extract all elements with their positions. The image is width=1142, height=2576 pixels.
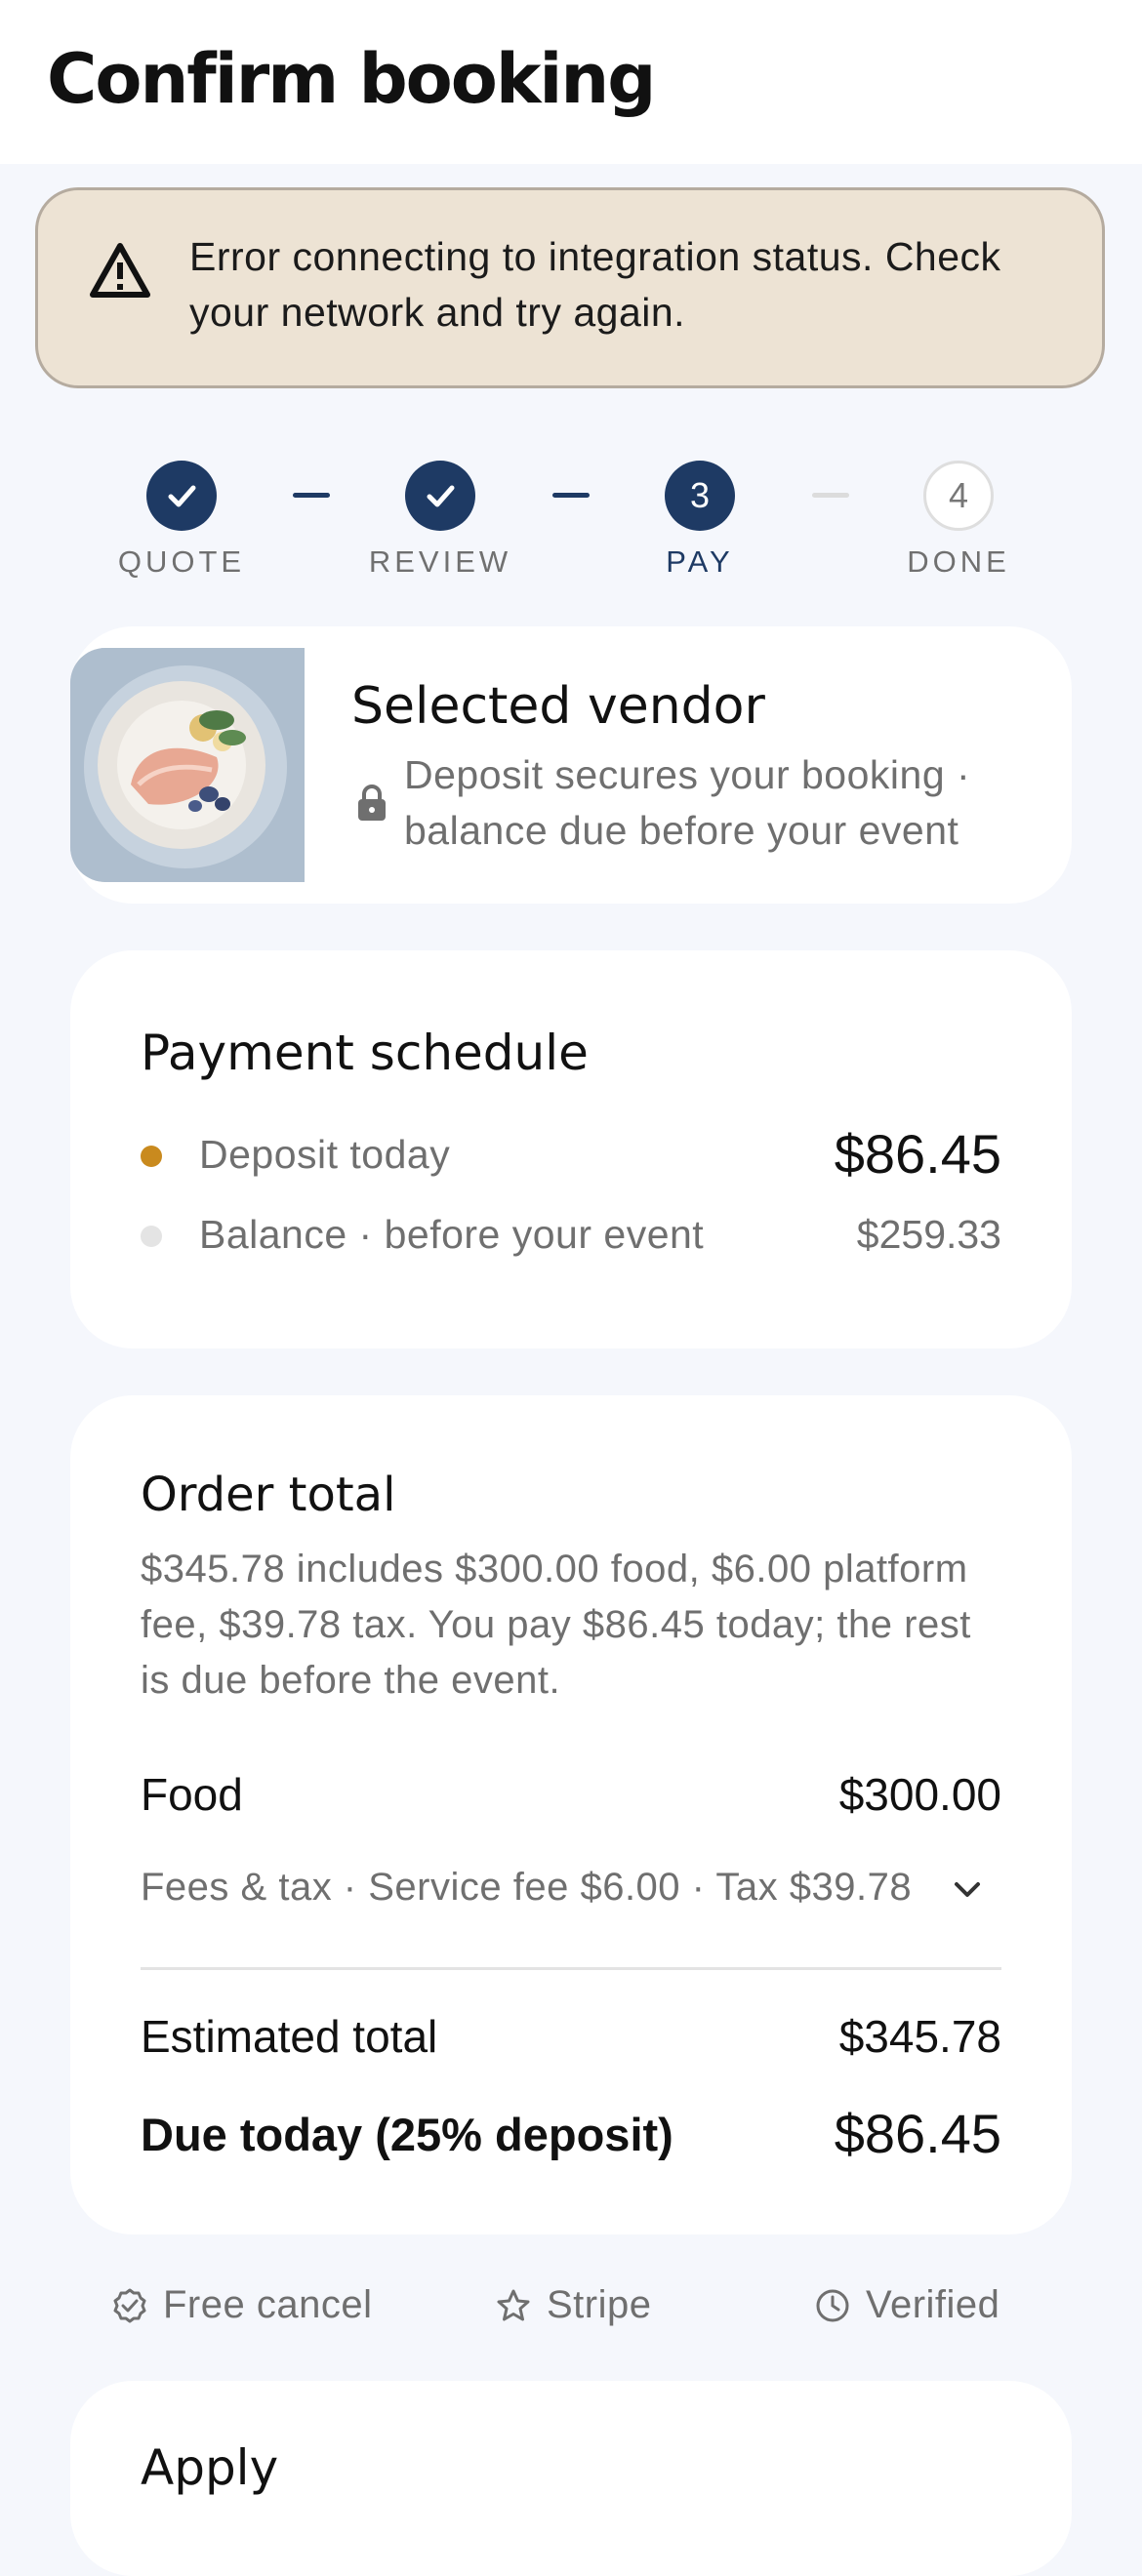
step-number: 4 (923, 461, 994, 531)
star-icon (497, 2289, 530, 2321)
schedule-title: Payment schedule (141, 1025, 589, 1081)
vendor-card[interactable]: Selected vendor Deposit secures your boo… (70, 626, 1072, 904)
due-today-label: Due today (25% deposit) (141, 2109, 673, 2160)
divider (141, 1967, 1001, 1970)
trust-label: Stripe (547, 2283, 652, 2326)
chevron-down-icon[interactable] (951, 1873, 984, 1907)
check-icon (405, 461, 475, 531)
badge-check-icon (113, 2288, 146, 2323)
next-section-title: Apply (141, 2439, 279, 2496)
lock-icon (358, 785, 386, 821)
alert-message: Error connecting to integration status. … (189, 234, 1001, 335)
warning-icon (90, 243, 150, 298)
deposit-amount: $86.45 (834, 1123, 1001, 1185)
trust-label: Verified (866, 2283, 1000, 2326)
page-title: Confirm booking (47, 39, 656, 119)
trust-label: Free cancel (163, 2283, 373, 2326)
step-label: REVIEW (368, 544, 512, 579)
balance-label: Balance · before your event (199, 1212, 705, 1257)
food-label: Food (141, 1769, 243, 1820)
order-total-card: Order total $345.78 includes $300.00 foo… (70, 1395, 1072, 2234)
vendor-title: Selected vendor (351, 677, 765, 736)
step-connector (552, 493, 590, 498)
vendor-image (70, 648, 305, 882)
order-title: Order total (141, 1468, 396, 1522)
check-icon (146, 461, 217, 531)
header: Confirm booking (0, 0, 1142, 164)
clock-icon (816, 2289, 849, 2322)
next-section-card: Apply (70, 2381, 1072, 2576)
step-label: PAY (666, 544, 734, 579)
step-number: 3 (665, 461, 735, 531)
balance-dot (141, 1226, 162, 1247)
step-connector (293, 493, 330, 498)
due-today-amount: $86.45 (834, 2103, 1001, 2164)
food-amount: $300.00 (838, 1769, 1001, 1820)
step-label: QUOTE (117, 544, 246, 579)
deposit-label: Deposit today (199, 1132, 451, 1177)
deposit-dot (141, 1146, 162, 1167)
step-label: DONE (907, 544, 1010, 579)
estimated-total-label: Estimated total (141, 2011, 438, 2062)
payment-schedule-card: Payment schedule Deposit today $86.45 Ba… (70, 950, 1072, 1348)
step-connector (812, 493, 849, 498)
balance-amount: $259.33 (856, 1212, 1001, 1257)
vendor-subtitle: Deposit secures your booking · balance d… (404, 752, 971, 853)
fees-toggle[interactable]: Fees & tax · Service fee $6.00 · Tax $39… (141, 1866, 912, 1910)
estimated-total-amount: $345.78 (838, 2011, 1001, 2062)
order-description: $345.78 includes $300.00 food, $6.00 pla… (141, 1548, 971, 1702)
error-alert: Error connecting to integration status. … (35, 187, 1105, 388)
